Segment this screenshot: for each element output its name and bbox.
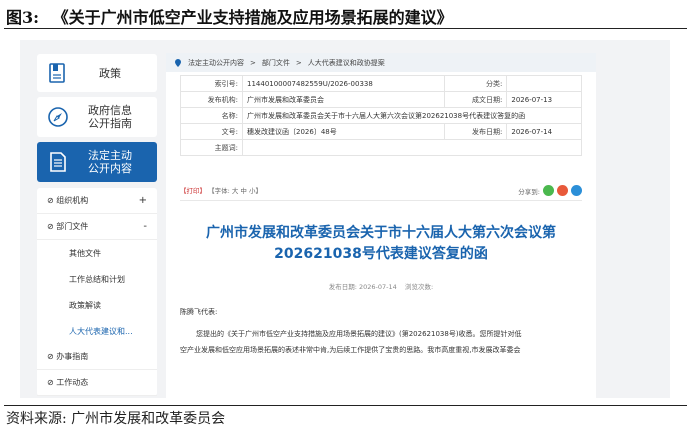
menu-dept-label: 部门文件 [56,222,89,231]
file-list-icon [47,151,69,173]
wechat-icon[interactable] [543,185,554,196]
tile-statutory-content[interactable]: 法定主动公开内容 [37,142,157,182]
meta-value: 穗发改建议函〔2026〕48号 [241,123,446,140]
meta-value [242,139,582,156]
article-views: 浏览次数: [405,283,434,291]
menu-org[interactable]: ⊘ 组织机构 + [37,188,157,214]
breadcrumb: 法定主动公开内容 > 部门文件 > 人大代表建议和政协提案 [166,53,596,72]
menu-affairs-label: 办事指南 [56,352,89,361]
divider [180,200,582,201]
meta-key: 文号: [180,123,243,140]
website-screenshot: 政策 政府信息公开指南 法定主动公开内容 ⊘ 组织机构 + ⊘ 部门文件 - 其… [20,40,670,398]
meta-key: 发布日期: [444,123,508,140]
meta-value: 广州市发展和改革委员会 [241,91,446,108]
breadcrumb-item[interactable]: 法定主动公开内容 [188,58,244,68]
print-button[interactable]: 【打印】 [180,187,206,195]
meta-value [506,75,582,92]
tile-guide[interactable]: 政府信息公开指南 [37,97,157,137]
meta-key: 索引号: [180,75,243,92]
figure-caption: 图3: 《关于广州市低空产业支持措施及应用场景拓展的建议》 [6,4,453,28]
location-pin-icon [174,58,182,67]
meta-value: 广州市发展和改革委员会关于市十六届人大第六次会议第202621038号代表建议答… [242,107,582,124]
sidebar: 政策 政府信息公开指南 法定主动公开内容 ⊘ 组织机构 + ⊘ 部门文件 - 其… [37,54,157,396]
article-tools: 【打印】 【字体: 大 中 小】 分享到: [180,185,582,196]
compass-icon [47,106,69,128]
meta-value: 11440100007482559U/2026-00338 [241,75,446,92]
sidebar-menu: ⊘ 组织机构 + ⊘ 部门文件 - 其他文件 工作总结和计划 政策解读 人大代表… [37,188,157,396]
tile-policy[interactable]: 政策 [37,54,157,92]
menu-more-label: 工作动态 [56,378,89,387]
figure-source: 资料来源: 广州市发展和改革委员会 [6,411,226,427]
menu-org-label: 组织机构 [56,196,89,205]
breadcrumb-item[interactable]: 人大代表建议和政协提案 [308,58,385,68]
meta-key: 发布机构: [180,91,243,108]
article-pubinfo: 发布日期: 2026-07-14 浏览次数: [176,281,586,291]
weibo-icon[interactable] [557,185,568,196]
share-bar: 分享到: [518,185,582,196]
menu-more[interactable]: ⊘ 工作动态 [37,370,157,396]
meta-value: 2026-07-14 [506,123,582,140]
meta-key: 成文日期: [444,91,508,108]
figure-title: 《关于广州市低空产业支持措施及应用场景拓展的建议》 [52,8,453,27]
collapse-icon[interactable]: - [143,221,147,232]
submenu-item[interactable]: 其他文件 [37,240,157,266]
submenu-item[interactable]: 工作总结和计划 [37,266,157,292]
menu-dept[interactable]: ⊘ 部门文件 - [37,214,157,240]
meta-value: 2026-07-13 [506,91,582,108]
meta-key: 主题词: [180,139,243,156]
article-salutation: 陈腾飞代表: [180,308,218,316]
article-pub-date: 发布日期: 2026-07-14 [328,283,397,291]
submenu-item[interactable]: 政策解读 [37,292,157,318]
source-rule [4,405,687,406]
breadcrumb-separator: > [250,58,256,67]
expand-icon[interactable]: + [139,195,147,206]
meta-key: 分类: [444,75,508,92]
article-paragraph: 您提出的《关于广州市低空产业支持措施及应用场景拓展的建议》(第202621038… [196,330,522,338]
tile-label: 政策 [99,66,121,80]
article-paragraph: 空产业发展和低空应用场景拓展的表述非常中肯,为后续工作提供了宝贵的思路。我市高度… [180,346,521,354]
article-title-line: 202621038号代表建议答复的函 [274,246,488,262]
submenu-item-selected[interactable]: 人大代表建议和... [37,318,157,344]
metadata-table: 索引号: 11440100007482559U/2026-00338 分类: 发… [180,75,582,156]
share-label: 分享到: [518,187,540,196]
meta-key: 名称: [180,107,243,124]
tile-label: 政府信息公开指南 [88,104,132,130]
qq-icon[interactable] [571,185,582,196]
article-title: 广州市发展和改革委员会关于市十六届人大第六次会议第 202621038号代表建议… [176,223,586,265]
breadcrumb-separator: > [295,58,302,67]
figure-label: 图3: [6,8,40,27]
content-panel: 法定主动公开内容 > 部门文件 > 人大代表建议和政协提案 索引号: 11440… [166,53,596,398]
font-size-switch[interactable]: 【字体: 大 中 小】 [208,187,262,195]
document-icon [47,62,69,84]
menu-affairs[interactable]: ⊘ 办事指南 [37,344,157,370]
caption-rule [4,28,687,29]
breadcrumb-item[interactable]: 部门文件 [262,58,290,68]
article-title-line: 广州市发展和改革委员会关于市十六届人大第六次会议第 [206,225,556,241]
tile-label: 法定主动公开内容 [88,149,132,175]
